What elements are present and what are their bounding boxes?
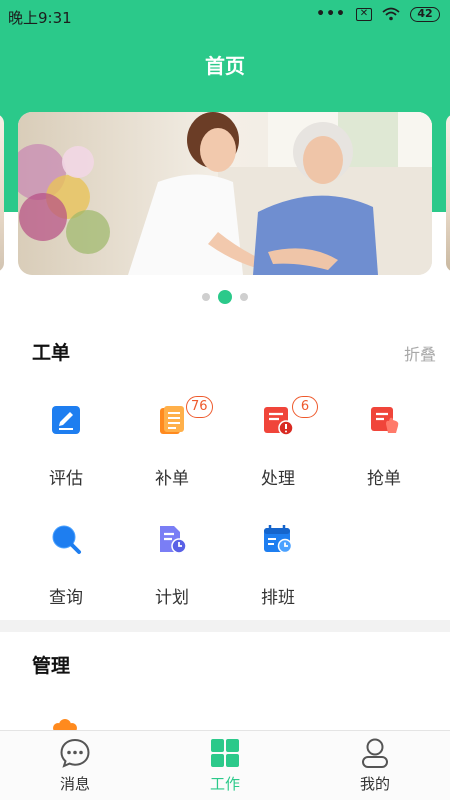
grab-order-icon xyxy=(371,407,399,433)
grid-icon xyxy=(211,739,239,767)
wifi-icon xyxy=(382,7,400,21)
plan-icon xyxy=(160,526,187,554)
grid-label: 查询 xyxy=(49,588,83,608)
status-icons: ••• ✕ 42 xyxy=(316,6,440,22)
grid-item-plan[interactable]: 计划 xyxy=(122,523,222,623)
battery-indicator: 42 xyxy=(410,6,440,22)
grid-item-query[interactable]: 查询 xyxy=(16,523,116,623)
more-dots-icon: ••• xyxy=(316,6,346,22)
tab-label: 消息 xyxy=(59,775,90,793)
tab-label: 我的 xyxy=(359,775,390,793)
collapse-button[interactable]: 折叠 xyxy=(404,341,436,365)
banner-next-peek[interactable] xyxy=(446,114,450,272)
grid-item-process[interactable]: 6 处理 xyxy=(228,396,328,504)
tab-label: 工作 xyxy=(209,775,240,793)
section-title-work-orders: 工单 xyxy=(32,342,71,364)
banner-image[interactable] xyxy=(18,112,432,275)
document-list-icon xyxy=(160,406,184,434)
carousel-dot[interactable] xyxy=(240,293,248,301)
banner-photo xyxy=(18,112,432,275)
search-icon xyxy=(52,525,81,554)
grid-label: 补单 xyxy=(155,469,189,489)
tab-work[interactable]: 工作 xyxy=(150,731,300,801)
tab-profile[interactable]: 我的 xyxy=(300,731,450,801)
grid-item-grab[interactable]: 抢单 xyxy=(334,404,434,504)
section-title-management: 管理 xyxy=(32,655,71,677)
page-title: 首页 xyxy=(205,54,245,78)
grid-label: 排班 xyxy=(261,588,295,608)
profile-icon xyxy=(362,738,388,768)
document-alert-icon xyxy=(264,407,294,436)
calendar-icon xyxy=(264,525,293,554)
message-icon xyxy=(60,738,90,768)
carousel-dot[interactable] xyxy=(202,293,210,301)
grid-label: 计划 xyxy=(155,588,189,608)
grid-label: 评估 xyxy=(49,469,83,489)
badge-count: 76 xyxy=(186,396,213,418)
section-divider xyxy=(0,620,450,632)
status-bar: 晚上9:31 ••• ✕ 42 xyxy=(0,0,450,32)
bottom-tab-bar: 消息 工作 我的 xyxy=(0,730,450,800)
grid-item-schedule[interactable]: 排班 xyxy=(228,523,328,623)
no-sim-icon: ✕ xyxy=(356,7,372,21)
status-time: 晚上9:31 xyxy=(8,9,72,27)
edit-icon xyxy=(52,406,80,434)
banner-prev-peek[interactable] xyxy=(0,114,4,272)
badge-count: 6 xyxy=(292,396,318,418)
grid-label: 抢单 xyxy=(367,469,401,489)
grid-item-assess[interactable]: 评估 xyxy=(16,404,116,504)
carousel-dot-active[interactable] xyxy=(218,290,232,304)
grid-label: 处理 xyxy=(261,469,295,489)
tab-messages[interactable]: 消息 xyxy=(0,731,150,801)
carousel-indicator xyxy=(0,290,450,304)
grid-item-supplement[interactable]: 76 补单 xyxy=(122,396,222,504)
